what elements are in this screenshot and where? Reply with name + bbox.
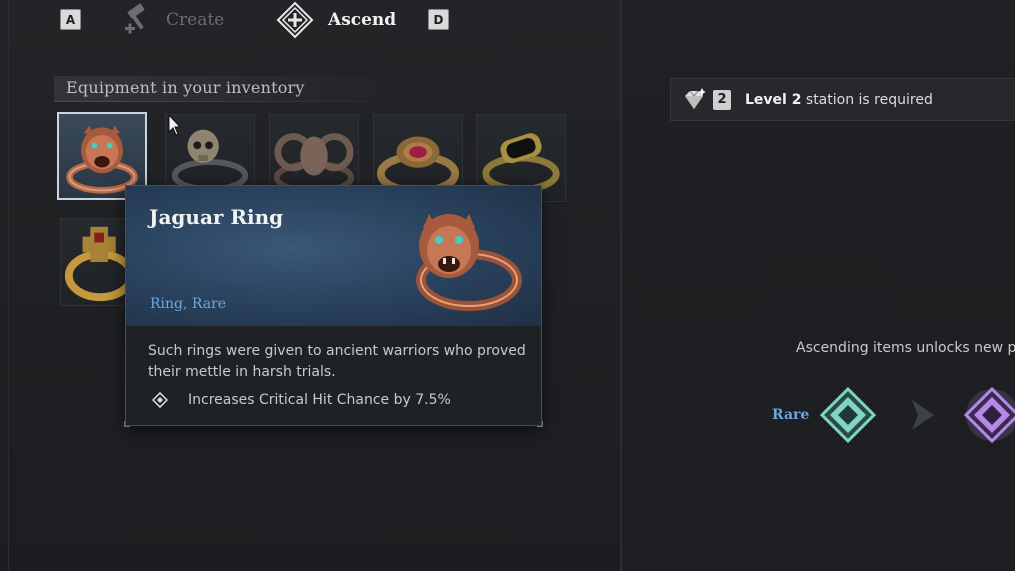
tab-create[interactable]: Create: [122, 0, 224, 40]
gem-icon: [685, 87, 706, 109]
tooltip-item-type: Ring, Rare: [150, 296, 227, 312]
jaguar-ring-large-icon: [416, 214, 522, 311]
inventory-title: Equipment in your inventory: [66, 78, 305, 97]
hammer-icon: [125, 3, 145, 34]
tooltip-description: Such rings were given to ancient warrior…: [148, 343, 526, 380]
rare-rarity-gem-icon: [820, 387, 876, 443]
tab-ascend-label: Ascend: [328, 10, 397, 30]
stat-diamond-icon: [152, 392, 168, 408]
panel-divider: [620, 0, 622, 571]
inventory-header-underline: [54, 101, 409, 102]
station-level-text: Level 2: [745, 91, 802, 108]
item-tooltip: Jaguar Ring Ring, Rare Such rings were g…: [124, 185, 543, 427]
left-edge-line: [8, 0, 9, 571]
prev-tab-key[interactable]: A: [60, 9, 81, 30]
tab-ascend[interactable]: Ascend: [276, 0, 396, 40]
rarity-arrow-icon: [912, 400, 934, 430]
station-requirement-text: Level 2 station is required: [745, 92, 933, 108]
mouse-cursor-icon: [168, 114, 182, 136]
tooltip-stat-text: Increases Critical Hit Chance by 7.5%: [188, 392, 451, 408]
tooltip-corner: [537, 421, 543, 427]
tooltip-item-name: Jaguar Ring: [149, 205, 284, 229]
station-requirement-suffix: station is required: [801, 91, 933, 108]
next-tab-key[interactable]: D: [428, 9, 449, 30]
ascension-hint: Ascending items unlocks new pe: [796, 340, 1015, 356]
tooltip-corner: [124, 421, 130, 427]
epic-rarity-gem-icon: [964, 387, 1015, 443]
current-rarity-label: Rare: [772, 407, 810, 423]
station-level-badge: 2: [713, 89, 731, 110]
station-requirement-bar: 2 Level 2 station is required: [670, 78, 1015, 121]
tab-create-label: Create: [166, 10, 225, 30]
tooltip-stat: Increases Critical Hit Chance by 7.5%: [148, 392, 451, 408]
ascend-icon: [276, 1, 314, 39]
